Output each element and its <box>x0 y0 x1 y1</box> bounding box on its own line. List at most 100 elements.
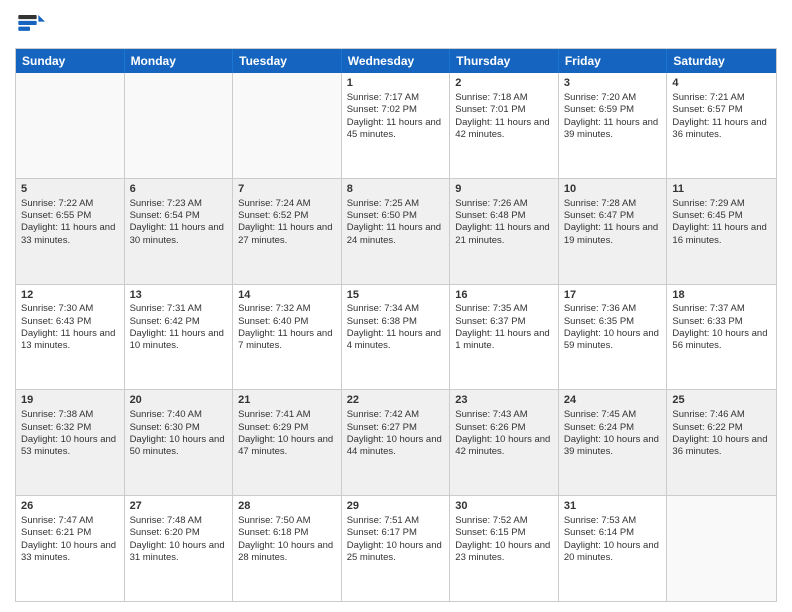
calendar-cell-4-4: 30Sunrise: 7:52 AM Sunset: 6:15 PM Dayli… <box>450 496 559 601</box>
weekday-header-monday: Monday <box>125 49 234 73</box>
calendar-cell-0-5: 3Sunrise: 7:20 AM Sunset: 6:59 PM Daylig… <box>559 73 668 178</box>
calendar-cell-4-1: 27Sunrise: 7:48 AM Sunset: 6:20 PM Dayli… <box>125 496 234 601</box>
logo <box>15 10 49 40</box>
day-number: 17 <box>564 288 662 303</box>
day-number: 3 <box>564 76 662 91</box>
cell-text: Sunrise: 7:52 AM Sunset: 6:15 PM Dayligh… <box>455 515 553 564</box>
cell-text: Sunrise: 7:40 AM Sunset: 6:30 PM Dayligh… <box>130 409 228 458</box>
calendar-cell-2-1: 13Sunrise: 7:31 AM Sunset: 6:42 PM Dayli… <box>125 285 234 390</box>
cell-text: Sunrise: 7:36 AM Sunset: 6:35 PM Dayligh… <box>564 303 662 352</box>
weekday-header-tuesday: Tuesday <box>233 49 342 73</box>
calendar-cell-1-1: 6Sunrise: 7:23 AM Sunset: 6:54 PM Daylig… <box>125 179 234 284</box>
cell-text: Sunrise: 7:20 AM Sunset: 6:59 PM Dayligh… <box>564 92 662 141</box>
calendar-row-1: 5Sunrise: 7:22 AM Sunset: 6:55 PM Daylig… <box>16 178 776 284</box>
calendar-cell-1-3: 8Sunrise: 7:25 AM Sunset: 6:50 PM Daylig… <box>342 179 451 284</box>
cell-text: Sunrise: 7:26 AM Sunset: 6:48 PM Dayligh… <box>455 198 553 247</box>
day-number: 15 <box>347 288 445 303</box>
calendar-cell-4-0: 26Sunrise: 7:47 AM Sunset: 6:21 PM Dayli… <box>16 496 125 601</box>
day-number: 16 <box>455 288 553 303</box>
calendar-cell-4-3: 29Sunrise: 7:51 AM Sunset: 6:17 PM Dayli… <box>342 496 451 601</box>
cell-text: Sunrise: 7:48 AM Sunset: 6:20 PM Dayligh… <box>130 515 228 564</box>
page: SundayMondayTuesdayWednesdayThursdayFrid… <box>0 0 792 612</box>
day-number: 9 <box>455 182 553 197</box>
calendar-cell-3-6: 25Sunrise: 7:46 AM Sunset: 6:22 PM Dayli… <box>667 390 776 495</box>
day-number: 5 <box>21 182 119 197</box>
cell-text: Sunrise: 7:25 AM Sunset: 6:50 PM Dayligh… <box>347 198 445 247</box>
weekday-header-wednesday: Wednesday <box>342 49 451 73</box>
day-number: 25 <box>672 393 771 408</box>
day-number: 20 <box>130 393 228 408</box>
cell-text: Sunrise: 7:43 AM Sunset: 6:26 PM Dayligh… <box>455 409 553 458</box>
cell-text: Sunrise: 7:42 AM Sunset: 6:27 PM Dayligh… <box>347 409 445 458</box>
day-number: 4 <box>672 76 771 91</box>
cell-text: Sunrise: 7:53 AM Sunset: 6:14 PM Dayligh… <box>564 515 662 564</box>
day-number: 7 <box>238 182 336 197</box>
calendar-row-3: 19Sunrise: 7:38 AM Sunset: 6:32 PM Dayli… <box>16 389 776 495</box>
calendar: SundayMondayTuesdayWednesdayThursdayFrid… <box>15 48 777 602</box>
calendar-row-0: 1Sunrise: 7:17 AM Sunset: 7:02 PM Daylig… <box>16 73 776 178</box>
calendar-cell-3-4: 23Sunrise: 7:43 AM Sunset: 6:26 PM Dayli… <box>450 390 559 495</box>
cell-text: Sunrise: 7:21 AM Sunset: 6:57 PM Dayligh… <box>672 92 771 141</box>
cell-text: Sunrise: 7:23 AM Sunset: 6:54 PM Dayligh… <box>130 198 228 247</box>
cell-text: Sunrise: 7:32 AM Sunset: 6:40 PM Dayligh… <box>238 303 336 352</box>
cell-text: Sunrise: 7:30 AM Sunset: 6:43 PM Dayligh… <box>21 303 119 352</box>
calendar-cell-4-6 <box>667 496 776 601</box>
day-number: 22 <box>347 393 445 408</box>
calendar-cell-0-0 <box>16 73 125 178</box>
calendar-cell-3-0: 19Sunrise: 7:38 AM Sunset: 6:32 PM Dayli… <box>16 390 125 495</box>
cell-text: Sunrise: 7:45 AM Sunset: 6:24 PM Dayligh… <box>564 409 662 458</box>
day-number: 14 <box>238 288 336 303</box>
cell-text: Sunrise: 7:18 AM Sunset: 7:01 PM Dayligh… <box>455 92 553 141</box>
calendar-cell-4-5: 31Sunrise: 7:53 AM Sunset: 6:14 PM Dayli… <box>559 496 668 601</box>
calendar-cell-0-1 <box>125 73 234 178</box>
cell-text: Sunrise: 7:29 AM Sunset: 6:45 PM Dayligh… <box>672 198 771 247</box>
day-number: 26 <box>21 499 119 514</box>
calendar-row-4: 26Sunrise: 7:47 AM Sunset: 6:21 PM Dayli… <box>16 495 776 601</box>
calendar-cell-1-2: 7Sunrise: 7:24 AM Sunset: 6:52 PM Daylig… <box>233 179 342 284</box>
calendar-cell-2-5: 17Sunrise: 7:36 AM Sunset: 6:35 PM Dayli… <box>559 285 668 390</box>
day-number: 19 <box>21 393 119 408</box>
calendar-cell-2-4: 16Sunrise: 7:35 AM Sunset: 6:37 PM Dayli… <box>450 285 559 390</box>
calendar-row-2: 12Sunrise: 7:30 AM Sunset: 6:43 PM Dayli… <box>16 284 776 390</box>
day-number: 28 <box>238 499 336 514</box>
calendar-cell-2-6: 18Sunrise: 7:37 AM Sunset: 6:33 PM Dayli… <box>667 285 776 390</box>
header <box>15 10 777 40</box>
calendar-cell-1-5: 10Sunrise: 7:28 AM Sunset: 6:47 PM Dayli… <box>559 179 668 284</box>
calendar-cell-2-0: 12Sunrise: 7:30 AM Sunset: 6:43 PM Dayli… <box>16 285 125 390</box>
day-number: 27 <box>130 499 228 514</box>
generalblue-logo-icon <box>15 10 45 40</box>
day-number: 11 <box>672 182 771 197</box>
day-number: 21 <box>238 393 336 408</box>
calendar-cell-0-3: 1Sunrise: 7:17 AM Sunset: 7:02 PM Daylig… <box>342 73 451 178</box>
cell-text: Sunrise: 7:37 AM Sunset: 6:33 PM Dayligh… <box>672 303 771 352</box>
day-number: 24 <box>564 393 662 408</box>
calendar-cell-3-1: 20Sunrise: 7:40 AM Sunset: 6:30 PM Dayli… <box>125 390 234 495</box>
cell-text: Sunrise: 7:35 AM Sunset: 6:37 PM Dayligh… <box>455 303 553 352</box>
calendar-cell-1-4: 9Sunrise: 7:26 AM Sunset: 6:48 PM Daylig… <box>450 179 559 284</box>
calendar-cell-2-2: 14Sunrise: 7:32 AM Sunset: 6:40 PM Dayli… <box>233 285 342 390</box>
day-number: 2 <box>455 76 553 91</box>
day-number: 30 <box>455 499 553 514</box>
cell-text: Sunrise: 7:51 AM Sunset: 6:17 PM Dayligh… <box>347 515 445 564</box>
calendar-cell-1-0: 5Sunrise: 7:22 AM Sunset: 6:55 PM Daylig… <box>16 179 125 284</box>
calendar-header: SundayMondayTuesdayWednesdayThursdayFrid… <box>16 49 776 73</box>
cell-text: Sunrise: 7:47 AM Sunset: 6:21 PM Dayligh… <box>21 515 119 564</box>
day-number: 12 <box>21 288 119 303</box>
calendar-cell-3-5: 24Sunrise: 7:45 AM Sunset: 6:24 PM Dayli… <box>559 390 668 495</box>
weekday-header-friday: Friday <box>559 49 668 73</box>
calendar-body: 1Sunrise: 7:17 AM Sunset: 7:02 PM Daylig… <box>16 73 776 601</box>
cell-text: Sunrise: 7:22 AM Sunset: 6:55 PM Dayligh… <box>21 198 119 247</box>
weekday-header-sunday: Sunday <box>16 49 125 73</box>
cell-text: Sunrise: 7:41 AM Sunset: 6:29 PM Dayligh… <box>238 409 336 458</box>
cell-text: Sunrise: 7:17 AM Sunset: 7:02 PM Dayligh… <box>347 92 445 141</box>
day-number: 1 <box>347 76 445 91</box>
day-number: 8 <box>347 182 445 197</box>
calendar-cell-3-3: 22Sunrise: 7:42 AM Sunset: 6:27 PM Dayli… <box>342 390 451 495</box>
weekday-header-saturday: Saturday <box>667 49 776 73</box>
day-number: 18 <box>672 288 771 303</box>
weekday-header-thursday: Thursday <box>450 49 559 73</box>
day-number: 13 <box>130 288 228 303</box>
day-number: 23 <box>455 393 553 408</box>
calendar-cell-1-6: 11Sunrise: 7:29 AM Sunset: 6:45 PM Dayli… <box>667 179 776 284</box>
calendar-cell-0-6: 4Sunrise: 7:21 AM Sunset: 6:57 PM Daylig… <box>667 73 776 178</box>
